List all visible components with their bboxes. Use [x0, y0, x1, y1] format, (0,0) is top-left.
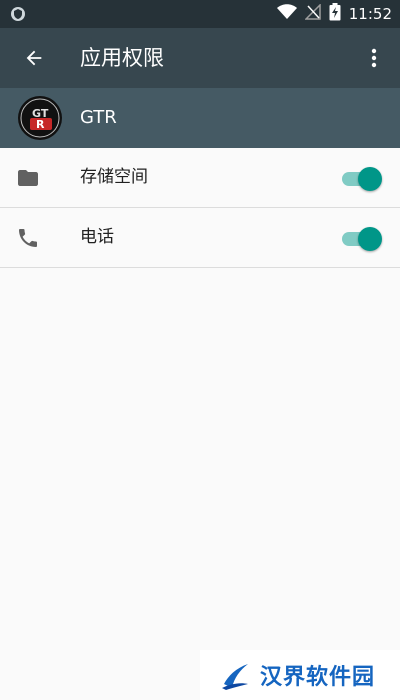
app-header: GT R GTR: [0, 88, 400, 148]
back-arrow-icon: [26, 50, 42, 66]
status-icons: 11:52: [276, 0, 392, 28]
app-logo: GT R: [18, 96, 62, 140]
permission-label: 存储空间: [80, 167, 148, 187]
watermark-text: 汉界软件园: [260, 665, 376, 690]
app-name: GTR: [80, 107, 117, 128]
permission-row-storage[interactable]: 存储空间: [0, 148, 400, 208]
more-vert-icon: [371, 48, 377, 68]
battery-charging-icon: [329, 3, 341, 25]
app-bar: 应用权限: [0, 28, 400, 88]
storage-toggle[interactable]: [340, 167, 382, 191]
permission-label: 电话: [80, 227, 114, 247]
no-signal-icon: [303, 3, 321, 24]
phone-toggle[interactable]: [340, 227, 382, 251]
page-title: 应用权限: [80, 46, 164, 70]
permission-list: 存储空间 电话: [0, 148, 400, 268]
wifi-icon: [276, 4, 297, 24]
svg-text:R: R: [36, 118, 45, 131]
switch-thumb: [358, 167, 382, 191]
shield-icon: [10, 6, 26, 22]
status-bar: 11:52: [0, 0, 400, 28]
folder-icon: [16, 166, 40, 190]
more-options-button[interactable]: [358, 40, 390, 76]
watermark-logo-icon: [222, 664, 248, 690]
watermark: 汉界软件园: [200, 650, 400, 700]
permission-row-phone[interactable]: 电话: [0, 208, 400, 268]
phone-icon: [16, 226, 40, 250]
status-time: 11:52: [348, 5, 392, 23]
switch-thumb: [358, 227, 382, 251]
back-button[interactable]: [16, 40, 52, 76]
